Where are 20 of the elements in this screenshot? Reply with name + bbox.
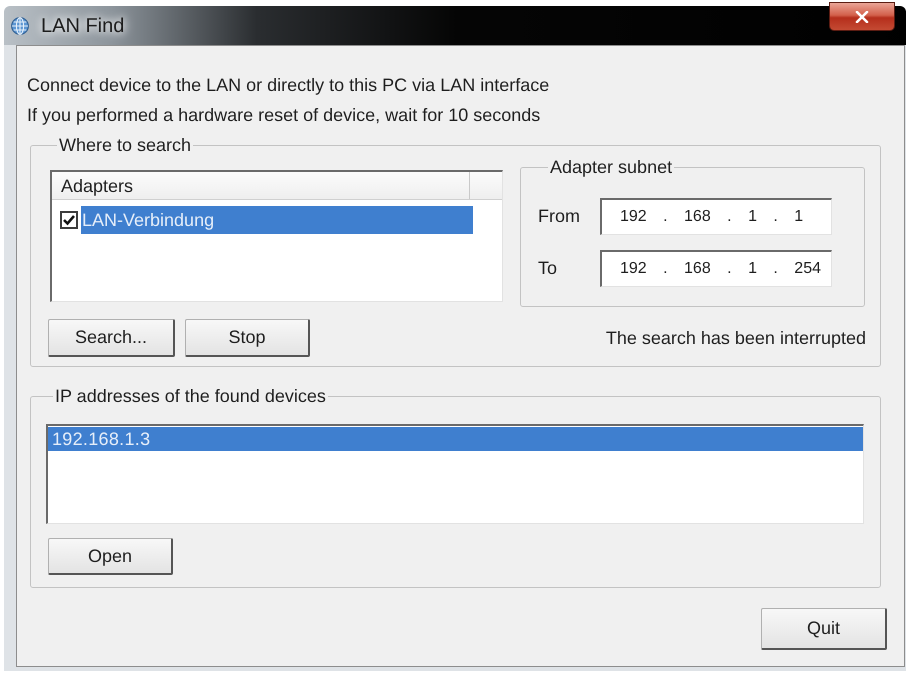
quit-button[interactable]: Quit (761, 608, 887, 650)
window-title: LAN Find (41, 14, 124, 38)
field-label: From (538, 205, 581, 228)
group-title: Adapter subnet (549, 157, 674, 177)
instruction-text: Connect device to the LAN or directly to this PC via LAN interface (27, 74, 550, 97)
column-header[interactable]: Adapters (52, 172, 470, 199)
close-button[interactable] (829, 2, 895, 31)
search-button[interactable]: Search... (48, 319, 175, 357)
ip-address-field[interactable]: 192 . 168 . 1 . 1 (600, 198, 832, 235)
group-title: IP addresses of the found devices (54, 386, 327, 406)
checkbox[interactable] (60, 211, 78, 229)
group-title: Where to search (58, 135, 192, 155)
close-icon (855, 10, 869, 22)
globe-icon (11, 16, 29, 34)
open-button[interactable]: Open (48, 538, 173, 575)
stop-button[interactable]: Stop (185, 319, 310, 357)
ip-address-field[interactable]: 192 . 168 . 1 . 254 (600, 250, 832, 287)
instruction-text: If you performed a hardware reset of device, wait for 10 seconds (27, 104, 540, 127)
field-label: To (538, 257, 558, 280)
status-text: The search has been interrupted (606, 326, 866, 350)
